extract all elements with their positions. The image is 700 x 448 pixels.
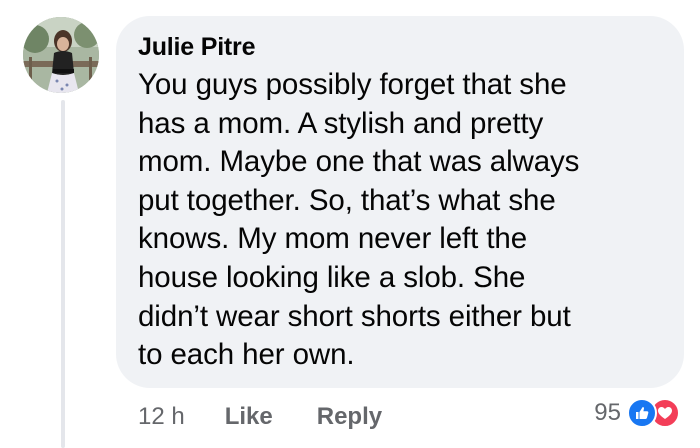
like-button[interactable]: Like [225, 403, 273, 431]
comment-line: has a mom. A stylish and pretty [138, 106, 544, 140]
reaction-count: 95 [594, 399, 621, 426]
comment-line: mom. Maybe one that was always [138, 145, 580, 179]
author-name[interactable]: Julie Pitre [138, 33, 255, 62]
comment-thread: Julie Pitre You guys possibly forget tha… [0, 0, 700, 448]
comment-actions: 12 h Like Reply [138, 403, 426, 431]
comment-line: house looking like a slob. She [138, 260, 526, 294]
comment-line: didn’t wear short shorts either but [138, 299, 571, 333]
like-icon [627, 398, 657, 428]
thread-line [61, 100, 65, 448]
comment-line: You guys possibly forget that she [138, 68, 567, 101]
reaction-summary[interactable]: 95 [594, 398, 680, 428]
reply-button[interactable]: Reply [317, 403, 382, 431]
avatar[interactable] [23, 17, 99, 93]
comment-line: to each her own. [138, 338, 355, 372]
comment-line: put together. So, that’s what she [138, 183, 556, 217]
comment-body: You guys possibly forget that she has a … [138, 66, 658, 375]
timestamp[interactable]: 12 h [138, 403, 185, 431]
comment-line: knows. My mom never left the [138, 222, 528, 256]
avatar-photo [23, 17, 99, 93]
